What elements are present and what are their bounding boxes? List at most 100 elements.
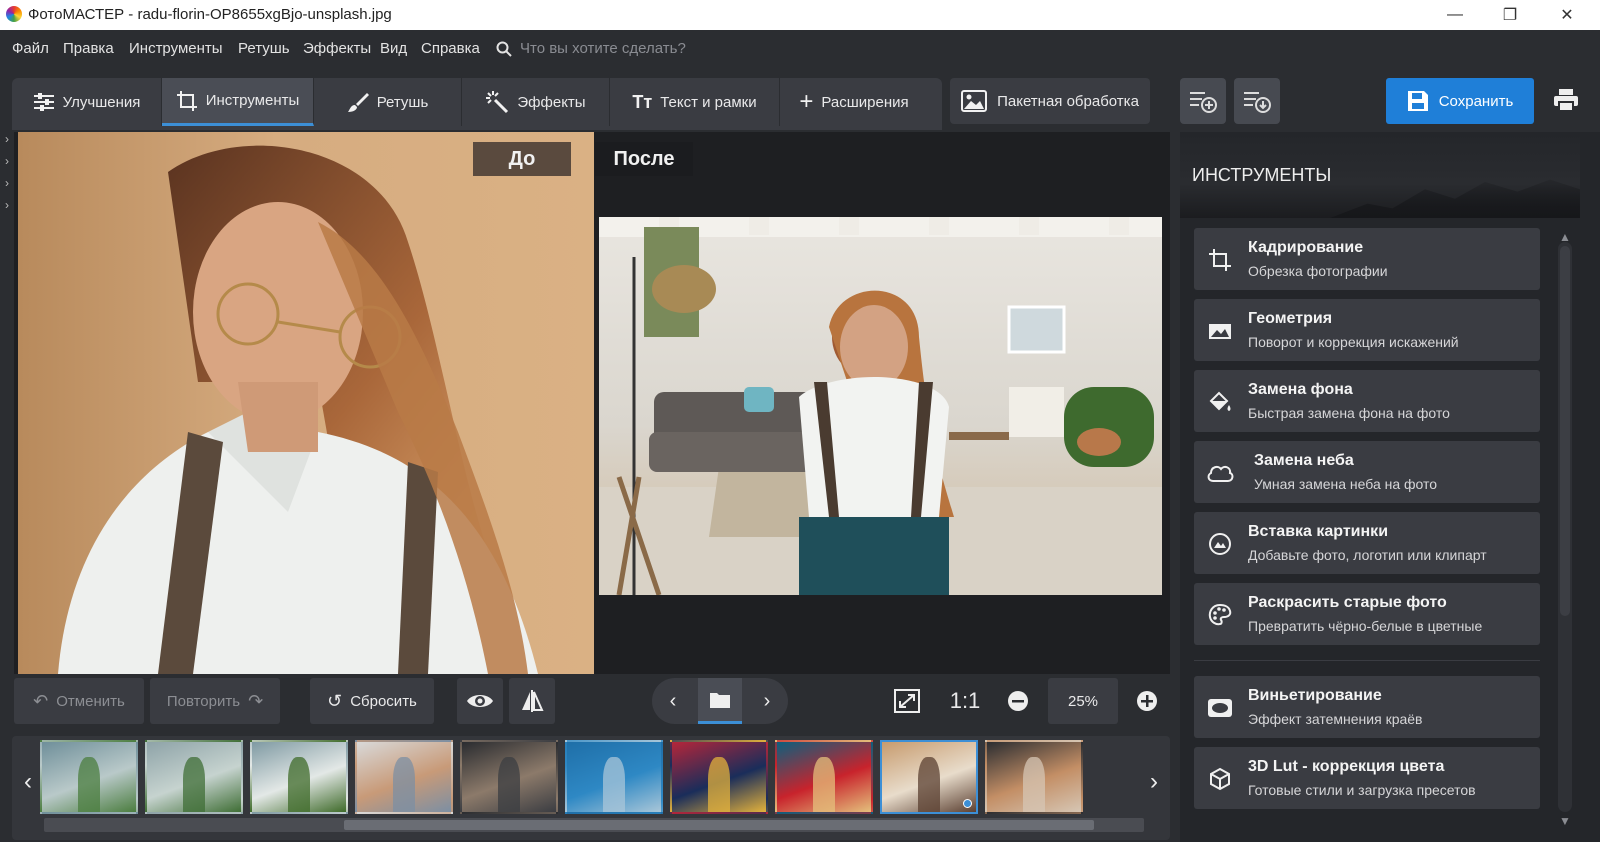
vignette-icon bbox=[1206, 694, 1234, 722]
list-add-icon bbox=[1190, 92, 1217, 113]
thumbnail-subject bbox=[1022, 757, 1046, 812]
reset-button[interactable]: ↺ Сбросить bbox=[310, 678, 434, 724]
tool-title: Кадрирование bbox=[1248, 239, 1364, 256]
zoom-out-button[interactable] bbox=[995, 678, 1041, 724]
tool-geometry[interactable]: Геометрия Поворот и коррекция искажений bbox=[1194, 299, 1540, 361]
tool-subtitle: Быстрая замена фона на фото bbox=[1248, 405, 1450, 421]
tool-colorize[interactable]: Раскрасить старые фото Превратить чёрно-… bbox=[1194, 583, 1540, 645]
restore-icon: ❐ bbox=[1502, 7, 1518, 24]
tool-vignette[interactable]: Виньетирование Эффект затемнения краёв bbox=[1194, 676, 1540, 738]
scroll-down-icon[interactable]: ▼ bbox=[1556, 814, 1574, 832]
filmstrip-scroll-thumb[interactable] bbox=[344, 820, 1094, 830]
tool-subtitle: Добавьте фото, логотип или клипарт bbox=[1248, 547, 1487, 563]
filmstrip-thumbnail[interactable] bbox=[670, 740, 768, 814]
save-icon bbox=[1407, 91, 1428, 111]
menu-tools[interactable]: Инструменты bbox=[129, 40, 223, 57]
menu-edit[interactable]: Правка bbox=[63, 40, 114, 57]
tool-title: Геометрия bbox=[1248, 310, 1333, 327]
main-toolbar: Улучшения Инструменты Ретушь Эффекты Tт … bbox=[0, 68, 1600, 130]
menu-view[interactable]: Вид bbox=[380, 40, 407, 57]
filmstrip-left-button[interactable]: ‹ bbox=[16, 762, 40, 802]
filmstrip-thumbnail[interactable] bbox=[145, 740, 243, 814]
left-side-handles: › › › › bbox=[0, 132, 14, 222]
menu-retouch[interactable]: Ретушь bbox=[238, 40, 290, 57]
expand-arrow-icon[interactable]: › bbox=[0, 198, 14, 220]
crop-icon bbox=[1206, 246, 1234, 274]
tool-subtitle: Поворот и коррекция искажений bbox=[1248, 334, 1459, 350]
undo-button[interactable]: ↶ Отменить bbox=[14, 678, 144, 724]
menu-effects[interactable]: Эффекты bbox=[303, 40, 371, 57]
panel-header-decoration bbox=[1330, 179, 1580, 218]
tab-improvements[interactable]: Улучшения bbox=[12, 78, 162, 126]
tool-background-replace[interactable]: Замена фона Быстрая замена фона на фото bbox=[1194, 370, 1540, 432]
download-list-button[interactable] bbox=[1234, 78, 1280, 124]
tools-panel-scrollbar[interactable]: ▲ ▼ bbox=[1556, 218, 1574, 836]
panel-title: ИНСТРУМЕНТЫ bbox=[1192, 165, 1332, 185]
add-to-list-button[interactable] bbox=[1180, 78, 1226, 124]
filmstrip-right-button[interactable]: › bbox=[1142, 762, 1166, 802]
tool-sky-replace[interactable]: Замена неба Умная замена неба на фото bbox=[1194, 441, 1540, 503]
thumbnail-subject bbox=[917, 757, 941, 812]
filmstrip-thumbnail[interactable] bbox=[250, 740, 348, 814]
close-button[interactable]: ✕ bbox=[1544, 0, 1590, 30]
filmstrip-scrollbar[interactable] bbox=[44, 818, 1144, 832]
tool-3d-lut[interactable]: 3D Lut - коррекция цвета Готовые стили и… bbox=[1194, 747, 1540, 809]
list-download-icon bbox=[1244, 92, 1271, 113]
panel-divider bbox=[1194, 660, 1540, 661]
tab-text-frames[interactable]: Tт Текст и рамки bbox=[610, 78, 780, 126]
brush-icon bbox=[347, 93, 369, 112]
filmstrip-thumbnail[interactable] bbox=[355, 740, 453, 814]
open-folder-button[interactable] bbox=[698, 678, 742, 724]
after-image[interactable] bbox=[599, 217, 1162, 595]
filmstrip: ‹ › bbox=[12, 736, 1170, 840]
filmstrip-thumbnail[interactable] bbox=[40, 740, 138, 814]
filmstrip-thumbnail[interactable] bbox=[460, 740, 558, 814]
search-box[interactable]: Что вы хотите сделать? bbox=[496, 40, 686, 57]
previous-image-button[interactable]: ‹ bbox=[652, 678, 694, 724]
cloud-icon bbox=[1206, 459, 1234, 487]
zoom-1to1-button[interactable]: 1:1 bbox=[942, 678, 988, 724]
tab-improvements-label: Улучшения bbox=[62, 93, 141, 111]
tab-retouch[interactable]: Ретушь bbox=[314, 78, 462, 126]
filmstrip-thumbnail[interactable] bbox=[985, 740, 1083, 814]
insert-image-icon bbox=[1206, 530, 1234, 558]
tab-extensions[interactable]: + Расширения bbox=[780, 78, 928, 126]
before-image[interactable] bbox=[18, 132, 594, 674]
menu-file[interactable]: Файл bbox=[12, 40, 49, 57]
thumbnail-subject bbox=[707, 757, 731, 812]
window-title: ФотоМАСТЕР - radu-florin-OP8655xgBjo-uns… bbox=[28, 6, 392, 23]
batch-processing-button[interactable]: Пакетная обработка bbox=[950, 78, 1150, 124]
expand-arrow-icon[interactable]: › bbox=[0, 132, 14, 154]
preview-stage: До После bbox=[14, 132, 1170, 674]
expand-arrow-icon[interactable]: › bbox=[0, 176, 14, 198]
crop-icon bbox=[176, 90, 197, 111]
restore-button[interactable]: ❐ bbox=[1487, 0, 1533, 30]
filmstrip-thumbnail[interactable] bbox=[775, 740, 873, 814]
preview-toggle-button[interactable] bbox=[457, 678, 503, 724]
tool-subtitle: Эффект затемнения краёв bbox=[1248, 711, 1423, 727]
tool-insert-image[interactable]: Вставка картинки Добавьте фото, логотип … bbox=[1194, 512, 1540, 574]
fullscreen-button[interactable] bbox=[884, 678, 930, 724]
compare-button[interactable] bbox=[509, 678, 555, 724]
zoom-in-button[interactable] bbox=[1124, 678, 1170, 724]
tool-title: Замена фона bbox=[1248, 381, 1353, 398]
save-button[interactable]: Сохранить bbox=[1386, 78, 1534, 124]
minimize-button[interactable]: — bbox=[1432, 0, 1478, 30]
tab-tools[interactable]: Инструменты bbox=[162, 78, 314, 126]
menu-help[interactable]: Справка bbox=[421, 40, 480, 57]
cube-icon bbox=[1206, 765, 1234, 793]
redo-button[interactable]: Повторить ↷ bbox=[150, 678, 280, 724]
scroll-thumb[interactable] bbox=[1560, 246, 1570, 616]
tool-crop[interactable]: Кадрирование Обрезка фотографии bbox=[1194, 228, 1540, 290]
panel-header: ИНСТРУМЕНТЫ bbox=[1180, 132, 1580, 218]
tab-effects[interactable]: Эффекты bbox=[462, 78, 610, 126]
expand-arrow-icon[interactable]: › bbox=[0, 154, 14, 176]
filmstrip-thumbnail[interactable] bbox=[880, 740, 978, 814]
redo-label: Повторить bbox=[166, 692, 241, 710]
tool-title: Вставка картинки bbox=[1248, 523, 1389, 540]
menu-bar: Файл Правка Инструменты Ретушь Эффекты В… bbox=[0, 30, 1600, 68]
filmstrip-thumbnail[interactable] bbox=[565, 740, 663, 814]
next-image-button[interactable]: › bbox=[746, 678, 788, 724]
print-button[interactable] bbox=[1548, 80, 1584, 120]
zoom-value[interactable]: 25% bbox=[1048, 678, 1118, 724]
